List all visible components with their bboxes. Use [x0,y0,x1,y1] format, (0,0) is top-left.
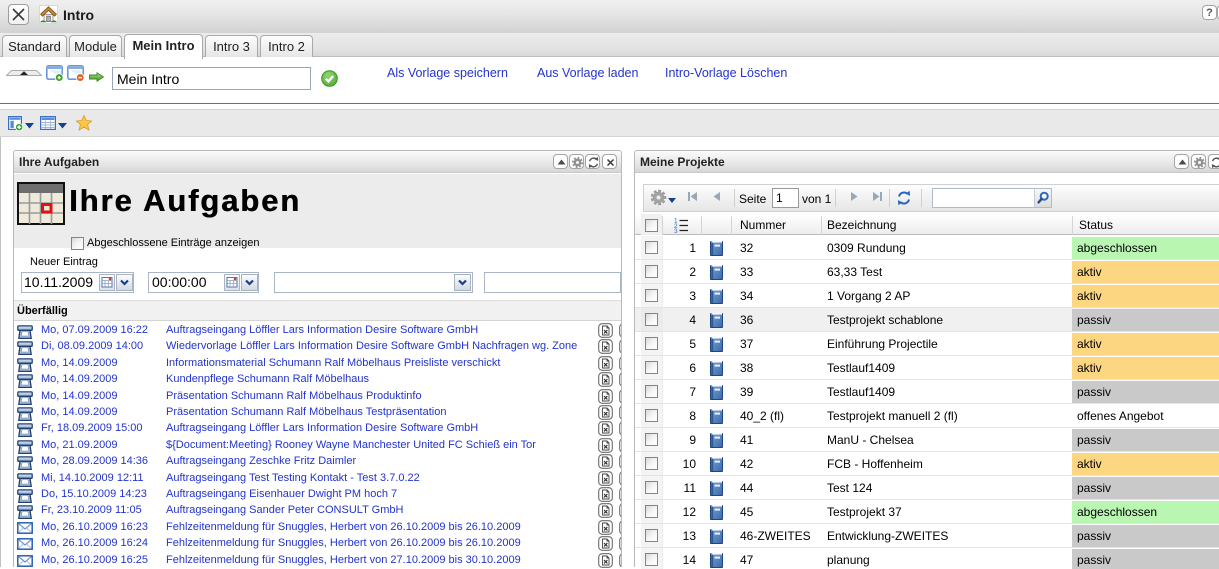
svg-text:3: 3 [674,228,678,233]
svg-text:?: ? [1206,7,1213,19]
